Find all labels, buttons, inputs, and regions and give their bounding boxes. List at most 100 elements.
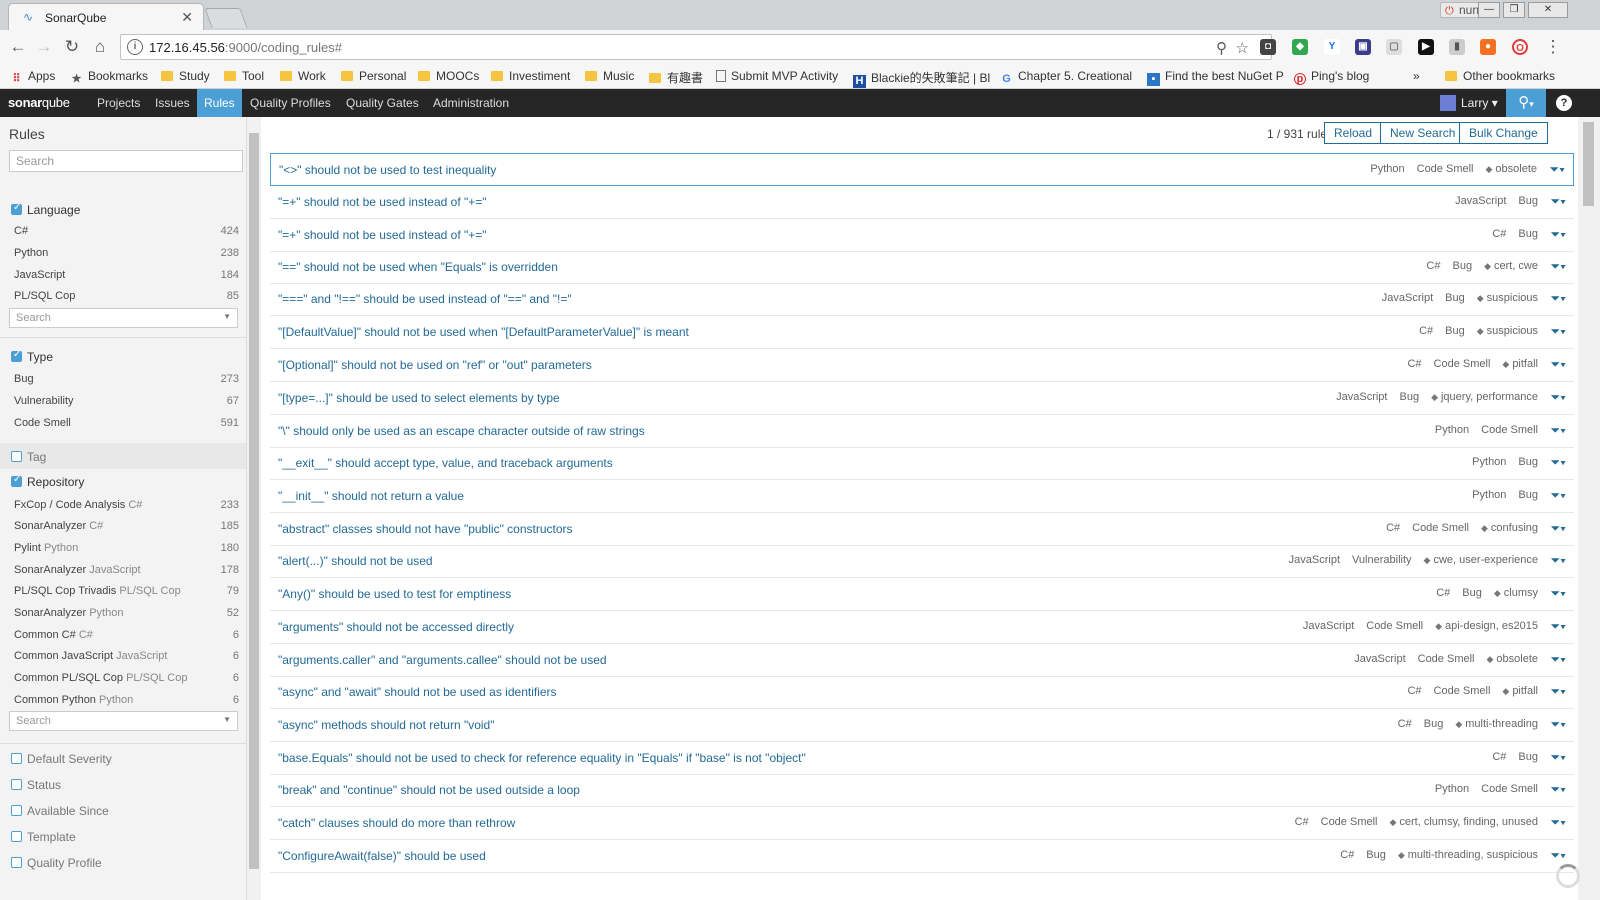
filter-icon[interactable]: ⏷▾ — [1551, 586, 1566, 601]
facet-item-language[interactable]: PL/SQL Cop 85 — [14, 290, 239, 302]
rule-row[interactable]: "arguments.caller" and "arguments.callee… — [270, 644, 1574, 677]
site-info-icon[interactable]: i — [127, 39, 143, 55]
minimize-icon[interactable]: — — [1478, 2, 1500, 18]
bookmark-folder-investiment[interactable]: Investiment — [491, 69, 570, 83]
rule-name-link[interactable]: "ConfigureAwait(false)" should be used — [278, 849, 486, 863]
help-icon[interactable]: ? — [1556, 95, 1572, 111]
filter-icon[interactable]: ⏷▾ — [1551, 848, 1566, 863]
extension-icon[interactable]: ▮ — [1449, 39, 1465, 55]
rule-row[interactable]: "catch" clauses should do more than reth… — [270, 807, 1574, 840]
checkbox-icon[interactable] — [11, 831, 22, 842]
bookmark-blackie[interactable]: H Blackie的失敗筆記 | Bl — [853, 69, 990, 88]
filter-icon[interactable]: ⏷▾ — [1551, 324, 1566, 339]
language-facet-search[interactable]: Search ▼ — [9, 308, 238, 328]
facet-item-repository[interactable]: PL/SQL Cop Trivadis PL/SQL Cop 79 — [14, 585, 239, 597]
rule-name-link[interactable]: "base.Equals" should not be used to chec… — [278, 751, 806, 765]
checkbox-icon[interactable] — [11, 857, 22, 868]
checkbox-checked-icon[interactable] — [11, 349, 22, 362]
close-tab-icon[interactable]: ✕ — [181, 9, 193, 26]
rule-row[interactable]: "<>" should not be used to test inequali… — [270, 153, 1574, 186]
rule-name-link[interactable]: "__init__" should not return a value — [278, 489, 464, 503]
rule-name-link[interactable]: "__exit__" should accept type, value, an… — [278, 456, 613, 470]
facet-item-repository[interactable]: FxCop / Code Analysis C# 233 — [14, 499, 239, 511]
rule-tags[interactable]: obsolete — [1485, 163, 1537, 175]
sonarqube-logo[interactable]: sonarqube — [8, 95, 70, 110]
filter-icon[interactable]: ⏷▾ — [1551, 488, 1566, 503]
feedly-extension-icon[interactable]: ◆ — [1292, 39, 1308, 55]
rule-tags[interactable]: pitfall — [1502, 685, 1538, 697]
rule-tags[interactable]: obsolete — [1486, 653, 1538, 665]
vue-extension-icon[interactable]: Y — [1324, 39, 1340, 55]
rule-name-link[interactable]: "==" should not be used when "Equals" is… — [278, 260, 558, 274]
new-search-button[interactable]: New Search — [1380, 122, 1466, 144]
rule-name-link[interactable]: "async" and "await" should not be used a… — [278, 685, 557, 699]
rule-name-link[interactable]: "async" methods should not return "void" — [278, 718, 495, 732]
rule-row[interactable]: "__init__" should not return a value Pyth… — [270, 480, 1574, 513]
back-icon[interactable]: ← — [8, 37, 28, 57]
rule-row[interactable]: "[Optional]" should not be used on "ref"… — [270, 349, 1574, 382]
pocket-extension-icon[interactable]: ◘ — [1260, 39, 1276, 55]
sidebar-scrollbar-thumb[interactable] — [249, 133, 259, 869]
facet-item-language[interactable]: JavaScript 184 — [14, 269, 239, 281]
filter-icon[interactable]: ⏷▾ — [1551, 782, 1566, 797]
filter-icon[interactable]: ⏷▾ — [1551, 619, 1566, 634]
checkbox-icon[interactable] — [11, 805, 22, 816]
rule-row[interactable]: "base.Equals" should not be used to chec… — [270, 742, 1574, 775]
bookmarks-overflow-button[interactable]: » — [1413, 69, 1420, 83]
rule-row[interactable]: "=+" should not be used instead of "+=" C… — [270, 219, 1574, 252]
bookmark-folder-music[interactable]: Music — [585, 69, 634, 83]
rule-row[interactable]: "[type=...]" should be used to select el… — [270, 382, 1574, 415]
bookmark-folder-other[interactable]: Other bookmarks — [1445, 69, 1555, 83]
extension-icon[interactable]: ▢ — [1386, 39, 1402, 55]
close-window-icon[interactable]: ✕ — [1528, 2, 1568, 18]
rule-tags[interactable]: cert, cwe — [1484, 260, 1538, 272]
extension-icon[interactable]: ● — [1480, 39, 1496, 55]
rule-tags[interactable]: pitfall — [1502, 358, 1538, 370]
facet-item-repository[interactable]: Common PL/SQL Cop PL/SQL Cop 6 — [14, 672, 239, 684]
rule-row[interactable]: "abstract" classes should not have "publ… — [270, 513, 1574, 546]
rule-row[interactable]: "Any()" should be used to test for empti… — [270, 578, 1574, 611]
rule-name-link[interactable]: "catch" clauses should do more than reth… — [278, 816, 515, 830]
rule-row[interactable]: "=+" should not be used instead of "+=" J… — [270, 186, 1574, 219]
bookmark-chapter5[interactable]: G Chapter 5. Creational — [1000, 69, 1132, 86]
forward-icon[interactable]: → — [34, 37, 54, 57]
facet-tag[interactable]: Tag — [11, 450, 46, 464]
checkbox-checked-icon[interactable] — [11, 474, 22, 487]
bookmark-folder-books[interactable]: 有趣書 — [649, 69, 703, 86]
rule-name-link[interactable]: "Any()" should be used to test for empti… — [278, 587, 511, 601]
rule-row[interactable]: "\" should only be used as an escape cha… — [270, 415, 1574, 448]
facet-item-language[interactable]: C# 424 — [14, 225, 239, 237]
opera-extension-icon[interactable]: O — [1512, 39, 1528, 55]
filter-icon[interactable]: ⏷▾ — [1551, 455, 1566, 470]
rule-name-link[interactable]: "<>" should not be used to test inequali… — [279, 163, 496, 177]
filter-icon[interactable]: ⏷▾ — [1551, 521, 1566, 536]
facet-item-type[interactable]: Code Smell 591 — [14, 417, 239, 429]
filter-icon[interactable]: ⏷▾ — [1551, 684, 1566, 699]
bookmark-folder-moocs[interactable]: MOOCs — [418, 69, 479, 83]
rule-name-link[interactable]: "arguments" should not be accessed direc… — [278, 620, 514, 634]
filter-icon[interactable]: ⏷▾ — [1551, 259, 1566, 274]
rule-row[interactable]: "===" and "!==" should be used instead o… — [270, 283, 1574, 316]
rule-row[interactable]: "[DefaultValue]" should not be used when… — [270, 316, 1574, 349]
rule-name-link[interactable]: "[DefaultValue]" should not be used when… — [278, 325, 689, 339]
nav-issues[interactable]: Issues — [148, 89, 197, 117]
rule-name-link[interactable]: "abstract" classes should not have "publ… — [278, 522, 573, 536]
main-scrollbar-thumb[interactable] — [1583, 122, 1594, 206]
rule-tags[interactable]: confusing — [1481, 522, 1538, 534]
filter-icon[interactable]: ⏷▾ — [1551, 390, 1566, 405]
filter-icon[interactable]: ⏷▾ — [1551, 553, 1566, 568]
facet-default-severity[interactable]: Default Severity — [11, 752, 112, 766]
rule-row[interactable]: "arguments" should not be accessed direc… — [270, 611, 1574, 644]
filter-icon[interactable]: ⏷▾ — [1551, 291, 1566, 306]
rule-tags[interactable]: jquery, performance — [1431, 391, 1538, 403]
filter-icon[interactable]: ⏷▾ — [1551, 815, 1566, 830]
rule-name-link[interactable]: "\" should only be used as an escape cha… — [278, 424, 645, 438]
bookmark-folder-study[interactable]: Study — [161, 69, 210, 83]
filter-icon[interactable]: ⏷▾ — [1551, 652, 1566, 667]
bookmark-apps[interactable]: ⠿ Apps — [10, 69, 55, 86]
facet-item-type[interactable]: Vulnerability 67 — [14, 395, 239, 407]
bookmark-folder-personal[interactable]: Personal — [341, 69, 406, 83]
facet-item-repository[interactable]: SonarAnalyzer Python 52 — [14, 607, 239, 619]
rule-row[interactable]: "==" should not be used when "Equals" is… — [270, 251, 1574, 284]
filter-icon[interactable]: ⏷▾ — [1551, 357, 1566, 372]
